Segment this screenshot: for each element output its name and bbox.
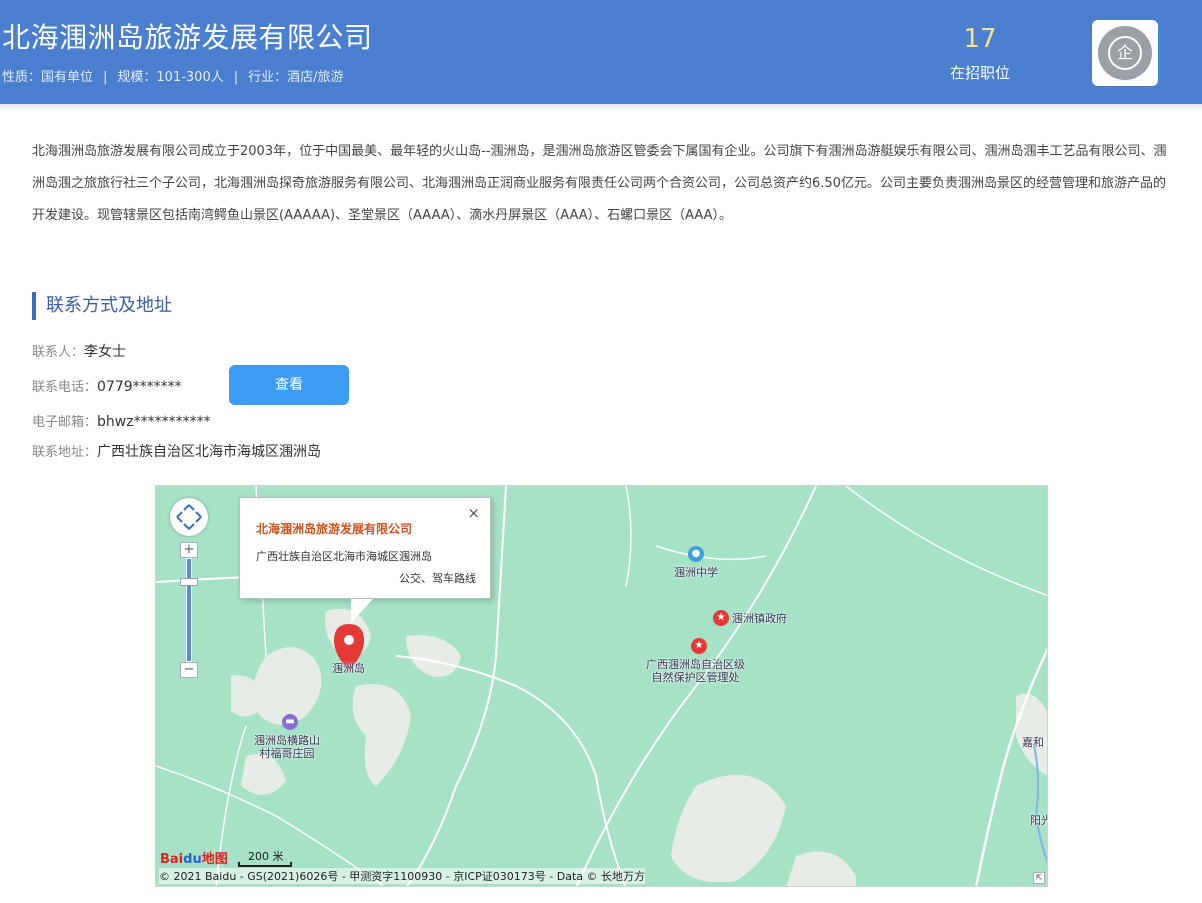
popup-title: 北海涠洲岛旅游发展有限公司 bbox=[256, 522, 413, 536]
land-patch bbox=[786, 851, 856, 886]
poi-label-village-line1: 涠洲岛横路山 bbox=[254, 734, 320, 747]
hotel-icon[interactable]: ▬ bbox=[282, 714, 298, 730]
road bbox=[845, 486, 1047, 597]
government-icon[interactable]: ★ bbox=[691, 638, 707, 654]
land-patch bbox=[406, 635, 461, 677]
popup-route-links[interactable]: 公交、驾车路线 bbox=[399, 570, 476, 586]
location-map[interactable]: + − 北海涠洲岛旅游发展有限公司 广西壮族自治区北海市海城区涠洲岛 公交、驾车… bbox=[155, 485, 1048, 887]
road bbox=[655, 545, 767, 561]
contact-phone-row: 联系电话：0779******* bbox=[32, 376, 182, 395]
header-shadow bbox=[0, 104, 1202, 112]
meta-separator: | bbox=[103, 70, 108, 85]
land-patch bbox=[1016, 693, 1047, 775]
baidu-logo-map-text: 地图 bbox=[201, 852, 228, 867]
contact-email-label: 电子邮箱： bbox=[32, 415, 98, 430]
company-industry: 行业：酒店/旅游 bbox=[248, 70, 344, 85]
poi-label-right-2: 阳光 bbox=[1030, 814, 1047, 827]
enterprise-badge-icon: 企 bbox=[1098, 26, 1152, 80]
logo-char: 企 bbox=[1108, 36, 1142, 70]
government-icon[interactable]: ★ bbox=[713, 610, 729, 626]
contact-address-value: 广西壮族自治区北海市海城区涠洲岛 bbox=[97, 444, 322, 460]
jobs-label[interactable]: 在招职位 bbox=[930, 62, 1030, 83]
view-phone-button[interactable]: 查看 bbox=[229, 365, 349, 405]
road bbox=[395, 655, 627, 886]
zoom-in-button[interactable]: + bbox=[180, 542, 198, 558]
company-logo: 企 bbox=[1092, 20, 1158, 86]
zoom-slider-track[interactable] bbox=[186, 558, 192, 662]
land-patch bbox=[352, 684, 411, 786]
land-patch bbox=[671, 774, 786, 883]
close-icon[interactable]: × bbox=[467, 504, 480, 522]
poi-label-school[interactable]: 涠洲中学 bbox=[674, 566, 718, 579]
contact-email-value: bhwz*********** bbox=[97, 414, 211, 430]
poi-label-gov[interactable]: 涠洲镇政府 bbox=[732, 612, 787, 625]
poi-label-village-line2: 村福哥庄园 bbox=[259, 747, 315, 760]
company-scale: 规模：101-300人 bbox=[117, 70, 224, 85]
contact-person-value: 李女士 bbox=[84, 344, 127, 360]
zoom-slider-thumb[interactable] bbox=[180, 578, 198, 586]
contact-person-label: 联系人： bbox=[32, 345, 85, 360]
company-description: 北海涠洲岛旅游发展有限公司成立于2003年，位于中国最美、最年轻的火山岛--涠洲… bbox=[32, 144, 1167, 223]
marker-label: 涠洲岛 bbox=[332, 662, 365, 675]
baidu-logo-text: Bai bbox=[160, 852, 184, 867]
popup-tail bbox=[351, 599, 373, 623]
map-scale-bar bbox=[238, 862, 292, 867]
resize-icon[interactable]: ⇱ bbox=[1033, 872, 1045, 884]
school-icon[interactable]: ● bbox=[688, 546, 704, 562]
baidu-map-logo[interactable]: Baidu地图 bbox=[160, 848, 228, 867]
jobs-count[interactable]: 17 bbox=[930, 24, 1030, 54]
company-header: 北海涠洲岛旅游发展有限公司 性质：国有单位 | 规模：101-300人 | 行业：酒店/… bbox=[0, 0, 1202, 104]
contact-section-title: 联系方式及地址 bbox=[32, 292, 172, 320]
road bbox=[625, 486, 632, 587]
contact-address-row: 联系地址：广西壮族自治区北海市海城区涠洲岛 bbox=[32, 441, 321, 461]
map-pan-control-icon[interactable] bbox=[170, 498, 208, 536]
company-name: 北海涠洲岛旅游发展有限公司 bbox=[2, 21, 373, 54]
land-patch bbox=[252, 647, 322, 725]
poi-label-reserve[interactable]: 广西涠洲岛自治区级 自然保护区管理处 bbox=[646, 658, 745, 684]
contact-phone-value: 0779******* bbox=[97, 379, 182, 395]
contact-person-row: 联系人：李女士 bbox=[32, 341, 126, 361]
map-info-popup: 北海涠洲岛旅游发展有限公司 广西壮族自治区北海市海城区涠洲岛 公交、驾车路线 × bbox=[239, 497, 491, 599]
contact-email-row: 电子邮箱：bhwz*********** bbox=[32, 411, 211, 430]
poi-label-reserve-line2: 自然保护区管理处 bbox=[651, 671, 740, 684]
company-nature: 性质：国有单位 bbox=[2, 70, 94, 85]
contact-address-label: 联系地址： bbox=[32, 445, 98, 460]
company-meta: 性质：国有单位 | 规模：101-300人 | 行业：酒店/旅游 bbox=[2, 66, 344, 85]
popup-address: 广西壮族自治区北海市海城区涠洲岛 bbox=[256, 550, 432, 563]
meta-separator: | bbox=[233, 70, 239, 85]
baidu-paw-icon: du bbox=[183, 852, 202, 867]
poi-label-village[interactable]: 涠洲岛横路山 村福哥庄园 bbox=[254, 734, 320, 760]
marker-dot bbox=[344, 635, 354, 645]
zoom-out-button[interactable]: − bbox=[180, 662, 198, 678]
pan-arrows-icon bbox=[176, 504, 202, 530]
poi-label-right-1: 嘉和 bbox=[1022, 736, 1044, 749]
poi-label-reserve-line1: 广西涠洲岛自治区级 bbox=[646, 658, 745, 671]
map-copyright: © 2021 Baidu - GS(2021)6026号 - 甲测资字11009… bbox=[159, 868, 646, 884]
contact-phone-label: 联系电话： bbox=[32, 380, 98, 395]
